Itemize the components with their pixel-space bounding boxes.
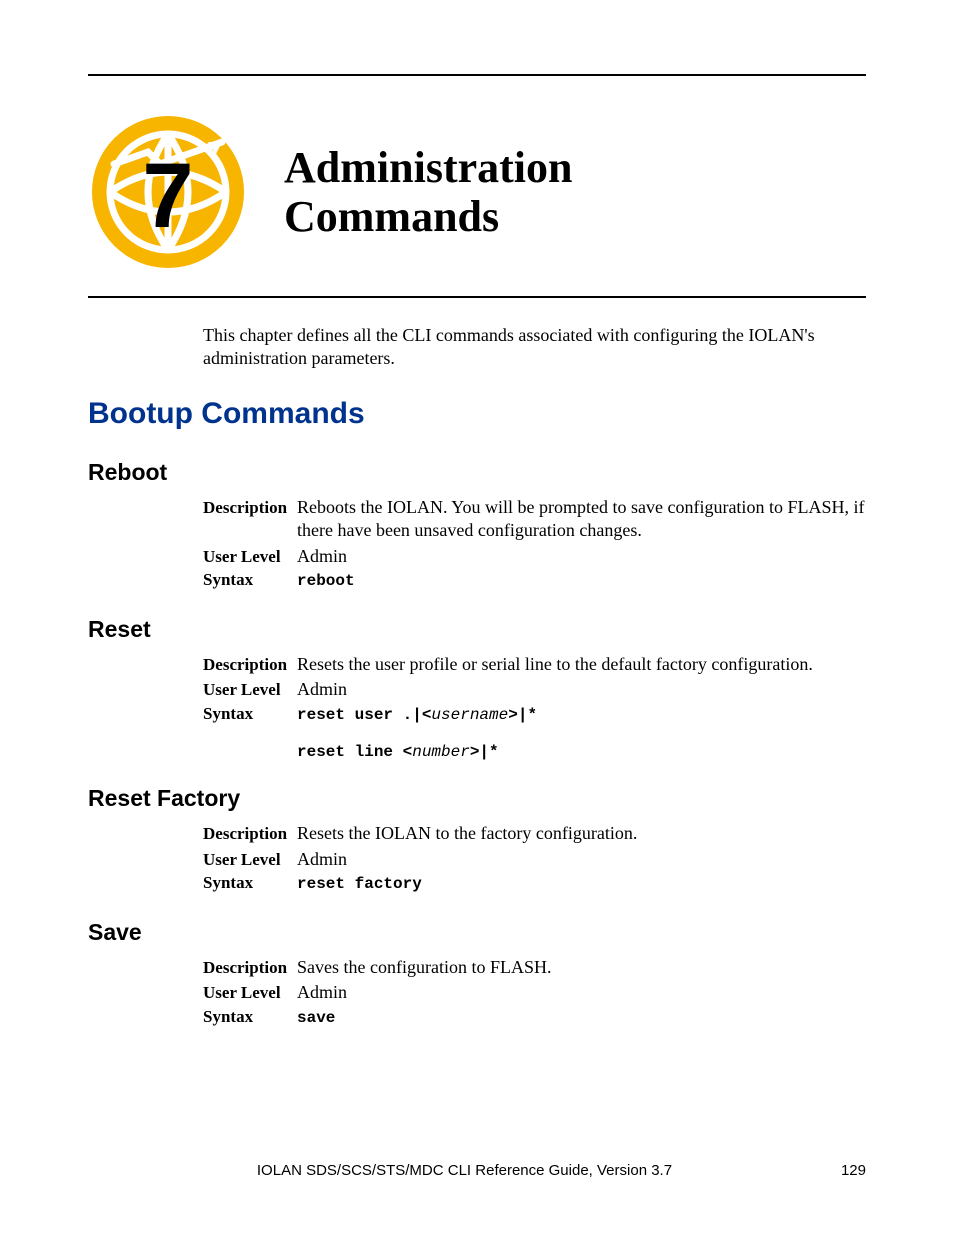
chapter-title-line2: Commands — [284, 192, 572, 241]
footer-page-number: 129 — [841, 1162, 866, 1179]
command-block-save: Description Saves the configuration to F… — [203, 956, 866, 1029]
command-heading-reset-factory: Reset Factory — [88, 785, 866, 812]
value-syntax: save — [297, 1008, 866, 1029]
intro-paragraph: This chapter defines all the CLI command… — [203, 324, 846, 371]
value-syntax: reset factory — [297, 874, 866, 895]
label-user-level: User Level — [203, 850, 297, 870]
label-description: Description — [203, 824, 297, 844]
value-description: Resets the user profile or serial line t… — [297, 653, 866, 676]
chapter-header: 7 Administration Commands — [88, 112, 866, 272]
chapter-globe-icon: 7 — [88, 112, 248, 272]
label-user-level: User Level — [203, 547, 297, 567]
label-description: Description — [203, 498, 297, 518]
value-description: Resets the IOLAN to the factory configur… — [297, 822, 866, 845]
label-syntax: Syntax — [203, 570, 297, 590]
value-syntax-line2: reset line <number>|* — [297, 743, 866, 761]
label-syntax: Syntax — [203, 1007, 297, 1027]
label-description: Description — [203, 958, 297, 978]
top-rule — [88, 74, 866, 76]
page-footer: IOLAN SDS/SCS/STS/MDC CLI Reference Guid… — [88, 1162, 866, 1179]
label-user-level: User Level — [203, 680, 297, 700]
value-syntax: reboot — [297, 571, 866, 592]
label-syntax: Syntax — [203, 873, 297, 893]
value-description: Saves the configuration to FLASH. — [297, 956, 866, 979]
label-syntax: Syntax — [203, 704, 297, 724]
command-heading-reboot: Reboot — [88, 459, 866, 486]
value-syntax: reset user .|<username>|* — [297, 705, 866, 726]
section-heading-bootup: Bootup Commands — [88, 397, 866, 431]
command-block-reboot: Description Reboots the IOLAN. You will … — [203, 496, 866, 592]
value-user-level: Admin — [297, 981, 866, 1004]
value-user-level: Admin — [297, 678, 866, 701]
command-heading-save: Save — [88, 919, 866, 946]
label-user-level: User Level — [203, 983, 297, 1003]
command-block-reset-factory: Description Resets the IOLAN to the fact… — [203, 822, 866, 895]
label-description: Description — [203, 655, 297, 675]
value-user-level: Admin — [297, 545, 866, 568]
page: 7 Administration Commands This chapter d… — [0, 0, 954, 1235]
footer-doc-title: IOLAN SDS/SCS/STS/MDC CLI Reference Guid… — [88, 1162, 841, 1179]
chapter-number: 7 — [88, 150, 248, 242]
value-description: Reboots the IOLAN. You will be prompted … — [297, 496, 866, 543]
value-user-level: Admin — [297, 848, 866, 871]
chapter-title-line1: Administration — [284, 143, 572, 192]
command-heading-reset: Reset — [88, 616, 866, 643]
mid-rule — [88, 296, 866, 298]
chapter-title: Administration Commands — [284, 143, 572, 242]
command-block-reset: Description Resets the user profile or s… — [203, 653, 866, 762]
